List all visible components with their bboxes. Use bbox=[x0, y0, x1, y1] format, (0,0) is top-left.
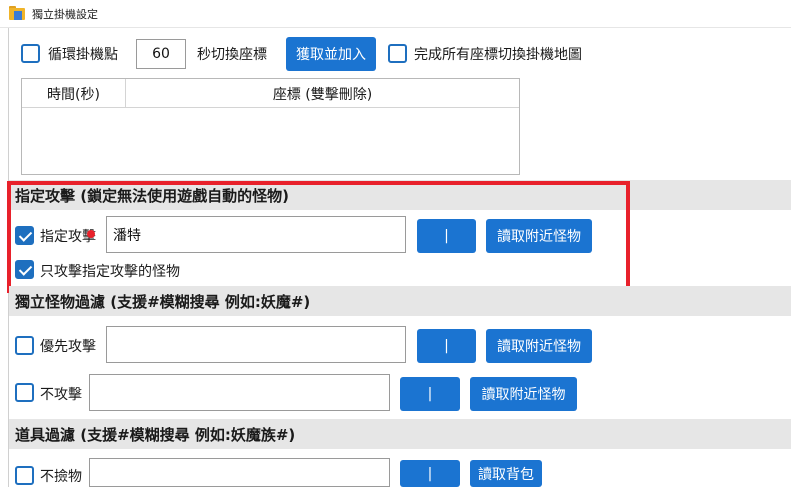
col-coord-header: 座標 (雙擊刪除) bbox=[272, 86, 373, 103]
priority-attack-input[interactable] bbox=[106, 326, 406, 363]
no-pick-label: 不撿物 bbox=[40, 469, 82, 485]
window-title: 獨立掛機設定 bbox=[32, 7, 98, 21]
no-pick-sep-button[interactable]: | bbox=[400, 460, 460, 487]
priority-sep-button[interactable]: | bbox=[417, 329, 476, 363]
no-attack-checkbox[interactable] bbox=[15, 383, 34, 402]
folder-icon bbox=[9, 6, 26, 21]
item-filter-header: 道具過濾 (支援#模糊搜尋 例如:妖魔族#) bbox=[9, 419, 791, 449]
no-attack-label: 不攻擊 bbox=[40, 387, 82, 403]
highlight-box bbox=[7, 181, 630, 293]
no-attack-sep-button[interactable]: | bbox=[400, 377, 460, 411]
no-pick-input[interactable] bbox=[89, 458, 390, 487]
loop-seconds-input[interactable]: 60 bbox=[136, 39, 186, 69]
complete-switch-label: 完成所有座標切換掛機地圖 bbox=[414, 47, 582, 63]
loop-checkbox[interactable] bbox=[21, 44, 40, 63]
table-header: 時間(秒) 座標 (雙擊刪除) bbox=[22, 79, 519, 108]
priority-attack-checkbox[interactable] bbox=[15, 336, 34, 355]
no-attack-input[interactable] bbox=[89, 374, 390, 411]
monster-filter-header: 獨立怪物過濾 (支援#模糊搜尋 例如:妖魔#) bbox=[9, 286, 791, 316]
coords-table[interactable]: 時間(秒) 座標 (雙擊刪除) bbox=[21, 78, 520, 175]
priority-attack-label: 優先攻擊 bbox=[40, 339, 96, 355]
title-bar: 獨立掛機設定 bbox=[0, 0, 791, 28]
no-attack-read-button[interactable]: 讀取附近怪物 bbox=[470, 377, 577, 411]
loop-label: 循環掛機點 bbox=[48, 47, 118, 63]
loop-seconds-suffix: 秒切換座標 bbox=[197, 47, 267, 63]
fetch-add-button[interactable]: 獲取並加入 bbox=[286, 37, 376, 71]
no-pick-checkbox[interactable] bbox=[15, 466, 34, 485]
read-backpack-button[interactable]: 讀取背包 bbox=[470, 460, 542, 487]
priority-read-button[interactable]: 讀取附近怪物 bbox=[486, 329, 592, 363]
col-time-header: 時間(秒) bbox=[22, 79, 126, 108]
complete-switch-checkbox[interactable] bbox=[388, 44, 407, 63]
